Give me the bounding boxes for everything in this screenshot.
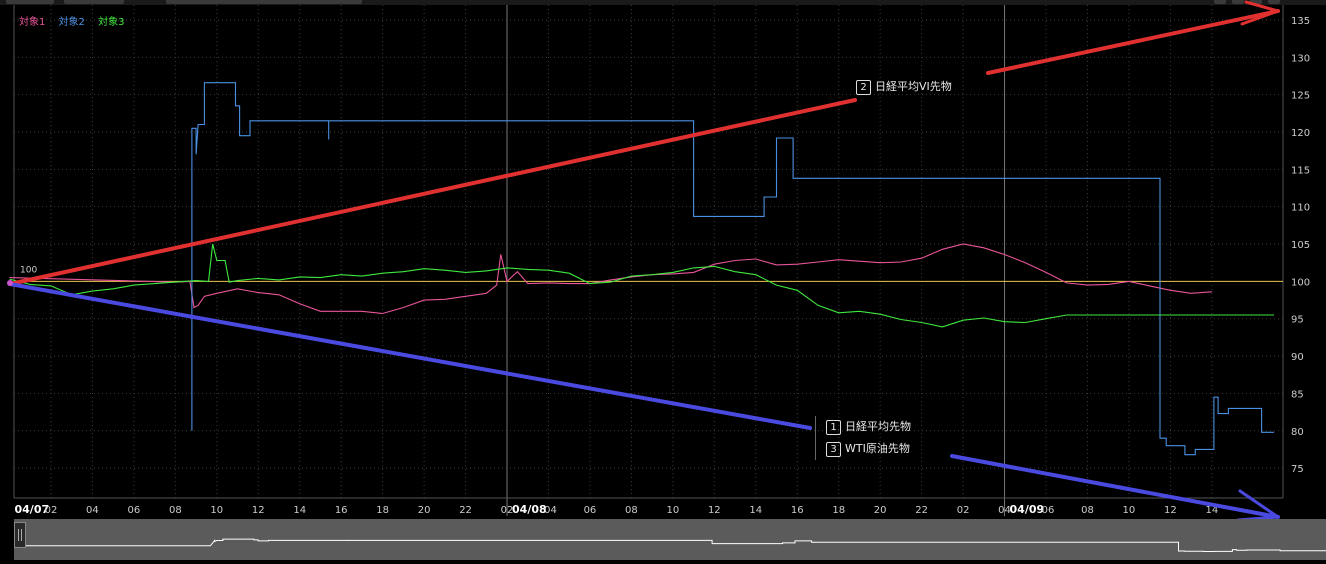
time-navigator[interactable] <box>14 519 1326 560</box>
x-hour-label: 12 <box>708 505 721 516</box>
red-arrow-segment <box>8 98 857 286</box>
legend-item-series-3[interactable]: 対象3 <box>98 17 124 28</box>
annotation-number: 3 <box>826 441 841 457</box>
y-tick-label: 75 <box>1291 464 1304 475</box>
y-tick-label: 110 <box>1291 203 1310 214</box>
x-hour-label: 02 <box>957 505 970 516</box>
x-hour-label: 16 <box>791 505 804 516</box>
annotation-label: 日経平均先物 <box>845 420 911 433</box>
series-line-1 <box>9 243 1212 315</box>
annotation-vi: 2 日経平均VI先物 <box>856 76 952 98</box>
x-hour-label: 06 <box>1042 505 1055 516</box>
y-tick-label: 90 <box>1291 352 1304 363</box>
x-hour-label: 04 <box>998 505 1011 516</box>
x-hour-label: 10 <box>666 505 679 516</box>
annotation-label: 日経平均VI先物 <box>875 80 952 93</box>
x-hour-label: 16 <box>335 505 348 516</box>
y-tick-label: 85 <box>1291 389 1304 400</box>
x-hour-label: 04 <box>86 505 99 516</box>
line-chart: 100 1351301251201151101051009590858075 0… <box>7 0 1310 522</box>
x-hour-label: 06 <box>584 505 597 516</box>
y-tick-label: 125 <box>1291 91 1310 102</box>
navigator-series-line <box>14 538 1326 552</box>
y-tick-label: 80 <box>1291 427 1304 438</box>
y-tick-label: 130 <box>1291 53 1310 64</box>
x-hour-label: 18 <box>832 505 845 516</box>
baseline-label: 100 <box>20 265 37 275</box>
annotation-number: 2 <box>856 79 871 95</box>
x-hour-label: 06 <box>128 505 141 516</box>
x-hour-label: 12 <box>1164 505 1177 516</box>
series-line-3 <box>9 243 1274 328</box>
navigator-handle[interactable] <box>14 522 26 548</box>
legend-item-series-1[interactable]: 対象1 <box>19 17 45 28</box>
x-hour-label: 14 <box>749 505 762 516</box>
y-tick-label: 135 <box>1291 16 1310 27</box>
y-tick-label: 120 <box>1291 128 1310 139</box>
x-hour-label: 10 <box>1123 505 1136 516</box>
x-hour-label: 12 <box>252 505 265 516</box>
series-line-2 <box>191 82 1274 456</box>
x-hour-label: 02 <box>501 505 514 516</box>
legend-item-series-2[interactable]: 対象2 <box>59 17 85 28</box>
red-arrow-segment <box>986 9 1280 75</box>
x-hour-label: 08 <box>1081 505 1094 516</box>
y-axis: 135 130 125 120 115 110 105 100 95 90 85 80 75 <box>1291 16 1310 475</box>
x-hour-label: 08 <box>625 505 638 516</box>
x-axis: 04/07 04/08 04/0902 04 06 08 10 12 14 16 18 20 22 02 0… <box>15 503 1219 516</box>
start-point-marker <box>7 280 13 286</box>
annotation-box: 1 日経平均先物 3 WTI原油先物 <box>815 416 911 460</box>
x-hour-label: 20 <box>874 505 887 516</box>
x-day-label: 04/09 <box>1010 503 1045 516</box>
x-day-label: 04/08 <box>512 503 547 516</box>
x-hour-label: 08 <box>169 505 182 516</box>
x-hour-label: 14 <box>293 505 306 516</box>
annotation-label: WTI原油先物 <box>845 442 910 455</box>
annotation-number: 1 <box>826 419 841 435</box>
x-hour-label: 10 <box>210 505 223 516</box>
x-hour-label: 02 <box>45 505 58 516</box>
grid-lines <box>14 5 1283 516</box>
chart-legend: 対象1 対象2 対象3 <box>19 13 135 28</box>
navigator-preview <box>14 538 1326 552</box>
x-hour-label: 04 <box>544 505 557 516</box>
x-hour-label: 22 <box>915 505 928 516</box>
y-tick-label: 95 <box>1291 315 1304 326</box>
x-hour-label: 20 <box>418 505 431 516</box>
y-tick-label: 100 <box>1291 277 1310 288</box>
x-hour-label: 18 <box>376 505 389 516</box>
x-hour-label: 22 <box>459 505 472 516</box>
y-tick-label: 105 <box>1291 240 1310 251</box>
y-tick-label: 115 <box>1291 165 1310 176</box>
